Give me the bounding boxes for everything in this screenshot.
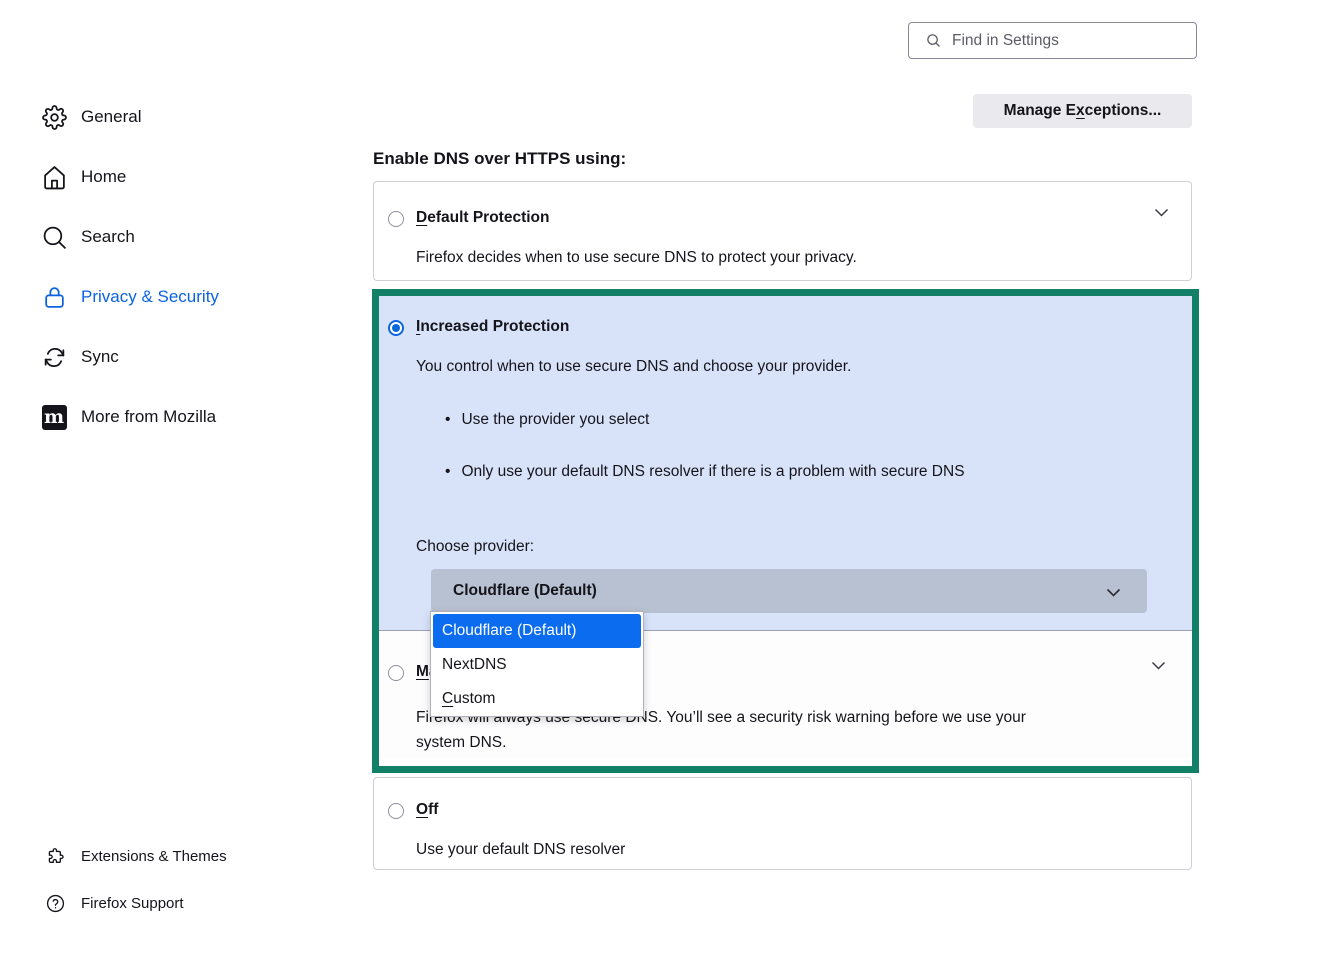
provider-select[interactable]: Cloudflare (Default)	[431, 569, 1147, 613]
chevron-down-icon[interactable]	[1151, 661, 1166, 670]
option-off: Off Use your default DNS resolver	[373, 777, 1192, 870]
sidebar-item-more-from-mozilla[interactable]: m More from Mozilla	[41, 387, 321, 447]
increased-protection-bullet-2: Only use your default DNS resolver if th…	[445, 463, 965, 481]
sidebar-label-more-from-mozilla: More from Mozilla	[81, 407, 216, 427]
sidebar-footer: Extensions & Themes Firefox Support	[45, 833, 227, 927]
sidebar-item-search[interactable]: Search	[41, 207, 321, 267]
provider-select-value: Cloudflare (Default)	[453, 582, 597, 600]
firefox-settings-page: Manage Exceptions... General Home	[0, 0, 1340, 955]
radio-increased-protection[interactable]	[388, 320, 404, 336]
sidebar-label-extensions-themes: Extensions & Themes	[81, 848, 227, 865]
radio-default-protection[interactable]	[388, 211, 404, 227]
sidebar-label-sync: Sync	[81, 347, 119, 367]
increased-protection-bullet-1: Use the provider you select	[445, 411, 649, 429]
sidebar-label-general: General	[81, 107, 141, 127]
radio-off[interactable]	[388, 803, 404, 819]
manage-exceptions-label-post: ceptions...	[1085, 102, 1162, 119]
sidebar-label-home: Home	[81, 167, 126, 187]
gear-icon	[41, 104, 67, 130]
puzzle-icon	[45, 847, 65, 867]
search-icon	[41, 224, 67, 250]
off-description: Use your default DNS resolver	[416, 841, 625, 859]
mozilla-icon: m	[41, 404, 67, 430]
sidebar-item-privacy-security[interactable]: Privacy & Security	[41, 267, 321, 327]
manage-exceptions-accesskey: x	[1076, 102, 1085, 119]
chevron-down-icon[interactable]	[1154, 208, 1169, 217]
settings-sidebar: General Home Search	[41, 87, 321, 447]
option-default-protection: Default Protection Firefox decides when …	[373, 181, 1192, 281]
sidebar-label-search: Search	[81, 227, 135, 247]
sidebar-label-firefox-support: Firefox Support	[81, 895, 184, 912]
increased-protection-label[interactable]: Increased Protection	[416, 318, 569, 336]
lock-icon	[41, 284, 67, 310]
sidebar-item-extensions-themes[interactable]: Extensions & Themes	[45, 833, 227, 880]
option-increased-protection: Increased Protection You control when to…	[379, 296, 1192, 631]
provider-dropdown-popup: Cloudflare (Default) NextDNS Custom	[430, 611, 644, 717]
radio-max-protection[interactable]	[388, 665, 404, 681]
home-icon	[41, 164, 67, 190]
chevron-down-icon	[1106, 588, 1121, 597]
increased-protection-description: You control when to use secure DNS and c…	[416, 358, 851, 376]
sidebar-item-sync[interactable]: Sync	[41, 327, 321, 387]
dns-over-https-heading: Enable DNS over HTTPS using:	[373, 149, 626, 169]
manage-exceptions-label: Manage E	[1004, 102, 1076, 119]
search-icon	[926, 33, 941, 48]
help-icon	[45, 894, 65, 914]
dropdown-option-custom[interactable]: Custom	[433, 682, 641, 716]
sidebar-label-privacy-security: Privacy & Security	[81, 287, 219, 307]
dropdown-option-nextdns[interactable]: NextDNS	[433, 648, 641, 682]
default-protection-description: Firefox decides when to use secure DNS t…	[416, 249, 857, 267]
settings-search-input[interactable]	[952, 32, 1172, 50]
manage-exceptions-button[interactable]: Manage Exceptions...	[973, 94, 1192, 128]
sidebar-item-home[interactable]: Home	[41, 147, 321, 207]
off-label[interactable]: Off	[416, 801, 438, 819]
choose-provider-label: Choose provider:	[416, 538, 534, 556]
default-protection-label[interactable]: Default Protection	[416, 209, 550, 227]
settings-search-box[interactable]	[908, 22, 1197, 59]
dropdown-option-cloudflare[interactable]: Cloudflare (Default)	[433, 614, 641, 648]
sidebar-item-firefox-support[interactable]: Firefox Support	[45, 880, 227, 927]
sidebar-item-general[interactable]: General	[41, 87, 321, 147]
sync-icon	[41, 344, 67, 370]
